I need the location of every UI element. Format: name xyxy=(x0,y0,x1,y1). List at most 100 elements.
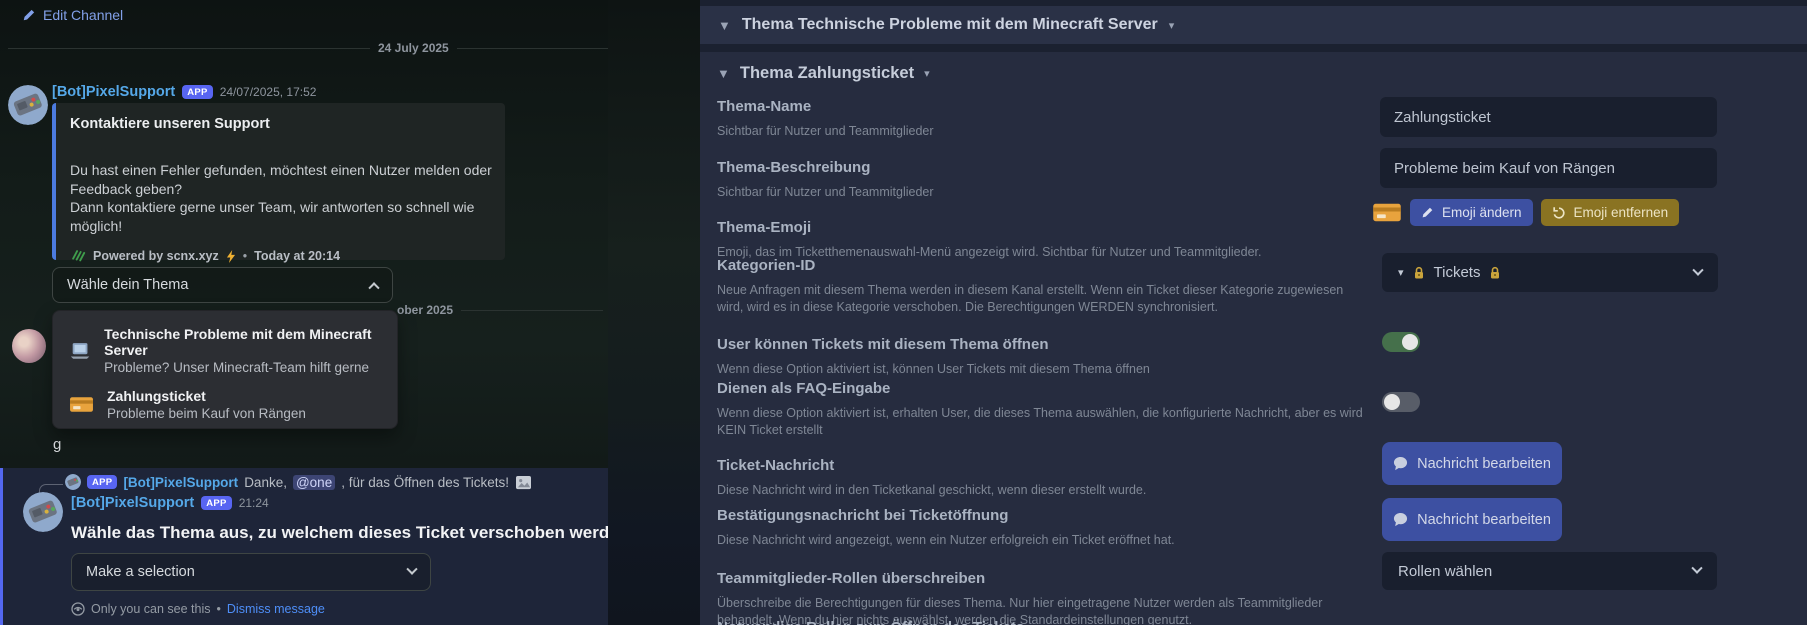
reply-bot-name: [Bot]PixelSupport xyxy=(123,475,238,490)
bolt-icon xyxy=(226,250,236,263)
topic-section-title: Thema Zahlungsticket xyxy=(740,64,914,83)
divider-line xyxy=(461,310,603,311)
emoji-remove-button[interactable]: Emoji entfernen xyxy=(1541,199,1680,226)
reply-text-prefix: Danke, xyxy=(244,475,287,490)
topic-option-technical[interactable]: Technische Probleme mit dem Minecraft Se… xyxy=(53,320,397,382)
setting-label: Teammitglieder-Rollen überschreiben xyxy=(717,569,1367,588)
emoji-remove-label: Emoji entfernen xyxy=(1574,205,1669,220)
setting-label: Dienen als FAQ-Eingabe xyxy=(717,379,1367,398)
user-message-text: g xyxy=(53,436,61,453)
topic-name-input[interactable] xyxy=(1380,97,1717,137)
footer-timestamp: Today at 20:14 xyxy=(254,249,340,263)
setting-description: Sichtbar für Nutzer und Teammitglieder xyxy=(717,123,1367,140)
setting-row-faq: Dienen als FAQ-Eingabe Wenn diese Option… xyxy=(717,379,1367,438)
embed-title: Kontaktiere unseren Support xyxy=(70,116,489,132)
chevron-down-icon: ▾ xyxy=(924,67,930,80)
collapse-triangle-icon: ▼ xyxy=(718,18,731,33)
topic-dropdown-menu: Technische Probleme mit dem Minecraft Se… xyxy=(52,310,398,429)
confirm-message-edit-label: Nachricht bearbeiten xyxy=(1417,512,1551,528)
setting-label: Kategorien-ID xyxy=(717,256,1367,275)
setting-row-user-open: User können Tickets mit diesem Thema öff… xyxy=(717,335,1367,378)
bot-avatar[interactable] xyxy=(8,85,48,125)
setting-row-team-roles: Teammitglieder-Rollen überschreiben Über… xyxy=(717,569,1367,625)
emoji-change-label: Emoji ändern xyxy=(1442,205,1522,220)
setting-label: User können Tickets mit diesem Thema öff… xyxy=(717,335,1367,354)
roles-select[interactable]: Rollen wählen xyxy=(1382,552,1717,590)
roles-select-placeholder: Rollen wählen xyxy=(1398,563,1492,580)
window-gutter xyxy=(608,0,700,625)
setting-label: Thema-Name xyxy=(717,97,1367,116)
chevron-up-icon xyxy=(368,282,379,293)
setting-label: Thema-Emoji xyxy=(717,218,1367,237)
setting-label: Thema-Beschreibung xyxy=(717,158,1367,177)
emoji-controls: Emoji ändern Emoji entfernen xyxy=(1372,199,1679,226)
dismiss-message-link[interactable]: Dismiss message xyxy=(227,602,325,616)
date-divider: 24 July 2025 xyxy=(8,41,608,55)
topic-option-payment[interactable]: Zahlungsticket Probleme beim Kauf von Rä… xyxy=(53,382,397,428)
option-description: Probleme beim Kauf von Rängen xyxy=(107,406,306,421)
chevron-down-icon xyxy=(406,564,417,575)
divider-date: ober 2025 xyxy=(397,303,453,317)
category-select[interactable]: ▾ Tickets xyxy=(1382,253,1718,292)
laptop-emoji xyxy=(69,340,91,361)
divider-date: 24 July 2025 xyxy=(378,41,449,55)
settings-panel: ▼ Thema Technische Probleme mit dem Mine… xyxy=(700,0,1807,625)
divider-line xyxy=(457,48,608,49)
topic-header-title: Thema Technische Probleme mit dem Minecr… xyxy=(742,16,1158,34)
setting-label: Ticket-Nachricht xyxy=(717,456,1367,475)
embed-description: Du hast einen Fehler gefunden, möchtest … xyxy=(70,161,494,235)
user-avatar[interactable] xyxy=(12,329,46,363)
move-topic-select[interactable]: Make a selection xyxy=(71,553,431,591)
setting-row-description: Thema-Beschreibung Sichtbar für Nutzer u… xyxy=(717,158,1367,201)
topic-header-technical[interactable]: ▼ Thema Technische Probleme mit dem Mine… xyxy=(700,6,1807,44)
footer-separator: • xyxy=(243,249,247,263)
ticket-message-edit-label: Nachricht bearbeiten xyxy=(1417,456,1551,472)
ephemeral-note: Only you can see this • Dismiss message xyxy=(71,602,325,616)
option-title: Zahlungsticket xyxy=(107,388,306,404)
setting-row-name: Thema-Name Sichtbar für Nutzer und Teamm… xyxy=(717,97,1367,140)
bot-username[interactable]: [Bot]PixelSupport xyxy=(71,495,194,511)
setting-row-required-roles: Notwendige Rollen zum Öffnen des Tickets xyxy=(717,618,1367,625)
edit-channel-button[interactable]: Edit Channel xyxy=(22,7,123,23)
option-description: Probleme? Unser Minecraft-Team hilft ger… xyxy=(104,360,383,375)
note-separator: • xyxy=(217,602,221,616)
divider-line xyxy=(8,48,370,49)
lock-icon xyxy=(1413,266,1425,280)
topic-select[interactable]: Wähle dein Thema xyxy=(52,267,393,303)
chevron-down-icon: ▾ xyxy=(1169,19,1175,32)
move-select-placeholder: Make a selection xyxy=(86,564,195,580)
setting-description: Wenn diese Option aktiviert ist, können … xyxy=(717,361,1367,378)
user-mention[interactable]: @one xyxy=(293,475,335,490)
bot-username[interactable]: [Bot]PixelSupport xyxy=(52,84,175,100)
app-badge: APP xyxy=(87,475,117,489)
chevron-down-icon xyxy=(1691,563,1702,574)
support-embed: Kontaktiere unseren Support Du hast eine… xyxy=(52,103,505,260)
confirm-message-edit-button[interactable]: Nachricht bearbeiten xyxy=(1382,498,1562,541)
setting-description: Sichtbar für Nutzer und Teammitglieder xyxy=(717,184,1367,201)
app-badge: APP xyxy=(201,496,231,510)
reply-context[interactable]: APP [Bot]PixelSupport Danke, @one , für … xyxy=(65,474,532,490)
undo-icon xyxy=(1552,206,1566,220)
emoji-change-button[interactable]: Emoji ändern xyxy=(1410,199,1533,226)
date-divider-partial: ober 2025 xyxy=(397,303,603,317)
setting-row-confirm-message: Bestätigungsnachricht bei Ticketöffnung … xyxy=(717,506,1367,549)
message-timestamp: 24/07/2025, 17:52 xyxy=(220,85,317,99)
user-open-toggle[interactable] xyxy=(1382,332,1420,352)
topic-section-header[interactable]: ▼ Thema Zahlungsticket ▾ xyxy=(717,64,930,83)
ticket-message-edit-button[interactable]: Nachricht bearbeiten xyxy=(1382,442,1562,485)
credit-card-emoji xyxy=(69,395,94,414)
setting-row-emoji: Thema-Emoji Emoji, das im Ticketthemenau… xyxy=(717,218,1367,261)
app-badge: APP xyxy=(182,85,212,99)
credit-card-emoji xyxy=(1372,201,1402,224)
topic-description-input[interactable] xyxy=(1380,148,1717,188)
embed-line1: Du hast einen Fehler gefunden, möchtest … xyxy=(70,161,494,198)
bot-avatar[interactable] xyxy=(23,492,63,532)
faq-toggle[interactable] xyxy=(1382,392,1420,412)
setting-description: Neue Anfragen mit diesem Thema werden in… xyxy=(717,282,1367,315)
edit-channel-label: Edit Channel xyxy=(43,7,123,23)
message-timestamp: 21:24 xyxy=(239,496,269,510)
chat-bubble-icon xyxy=(1393,456,1408,471)
setting-description: Wenn diese Option aktiviert ist, erhalte… xyxy=(717,405,1367,438)
setting-label: Notwendige Rollen zum Öffnen des Tickets xyxy=(717,618,1367,625)
setting-row-category: Kategorien-ID Neue Anfragen mit diesem T… xyxy=(717,256,1367,315)
